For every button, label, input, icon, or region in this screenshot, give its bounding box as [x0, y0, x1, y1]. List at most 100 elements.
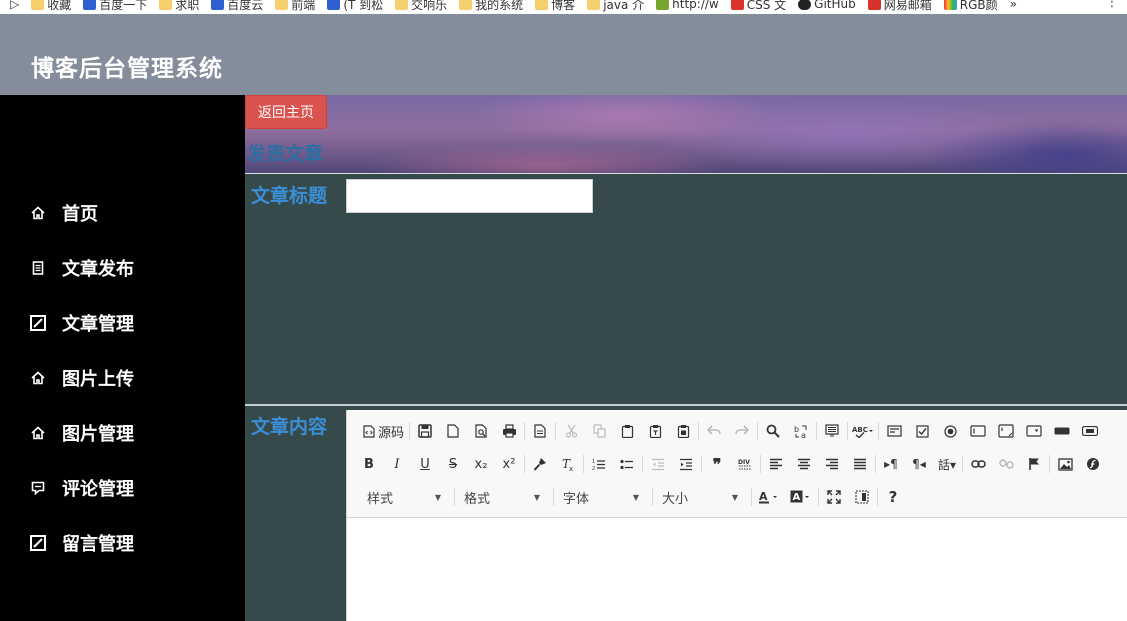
bookmark-item[interactable]: 前端: [275, 0, 315, 13]
align-center-icon[interactable]: [790, 452, 818, 476]
toolbar-separator: [847, 422, 849, 440]
edit-icon: [30, 535, 46, 551]
language-icon[interactable]: 話▾: [933, 452, 961, 476]
flash-icon[interactable]: [1079, 452, 1107, 476]
blockquote-icon[interactable]: ❞: [703, 452, 731, 476]
bookmark-item[interactable]: http://w: [656, 0, 719, 11]
sidebar-item-article-management[interactable]: 文章管理: [30, 308, 134, 338]
toolbar-separator: [962, 455, 963, 473]
copy-icon[interactable]: [585, 419, 613, 443]
unlink-icon[interactable]: [992, 452, 1020, 476]
strikethrough-button[interactable]: S: [439, 452, 467, 476]
sidebar-item-home[interactable]: 首页: [30, 198, 98, 228]
title-input[interactable]: [346, 179, 593, 213]
sidebar-item-message-management[interactable]: 留言管理: [30, 528, 134, 558]
search-icon[interactable]: [759, 419, 787, 443]
undo-icon[interactable]: [700, 419, 728, 443]
toolbar-row-1: 源码 ba ABC: [359, 418, 1104, 444]
print-icon[interactable]: [495, 419, 523, 443]
paste-word-icon[interactable]: [669, 419, 697, 443]
back-arrow-icon[interactable]: ▷: [10, 0, 19, 11]
justify-icon[interactable]: [846, 452, 874, 476]
copy-format-icon[interactable]: [526, 452, 554, 476]
image-button-icon[interactable]: [1076, 419, 1104, 443]
radio-icon[interactable]: [936, 419, 964, 443]
bookmark-item[interactable]: 百度云: [211, 0, 263, 13]
select-field-icon[interactable]: [1020, 419, 1048, 443]
link-icon[interactable]: [964, 452, 992, 476]
cut-icon[interactable]: [557, 419, 585, 443]
more-menu-icon[interactable]: ⋮: [1105, 0, 1119, 10]
spellcheck-icon[interactable]: ABC: [849, 419, 877, 443]
style-select[interactable]: 样式 ▼: [359, 485, 447, 509]
sidebar-item-image-upload[interactable]: 图片上传: [30, 363, 134, 393]
text-field-icon[interactable]: [964, 419, 992, 443]
preview-icon[interactable]: [467, 419, 495, 443]
align-left-icon[interactable]: [762, 452, 790, 476]
italic-button[interactable]: I: [383, 452, 411, 476]
svg-text:DIV: DIV: [738, 459, 750, 466]
checkbox-icon[interactable]: [908, 419, 936, 443]
ltr-icon[interactable]: ▸¶: [877, 452, 905, 476]
save-icon[interactable]: [411, 419, 439, 443]
create-div-icon[interactable]: DIV: [731, 452, 759, 476]
rtl-icon[interactable]: ¶◂: [905, 452, 933, 476]
editor-content-area[interactable]: [347, 518, 1127, 621]
bookmark-item[interactable]: java 介: [587, 0, 644, 13]
bookmark-item[interactable]: 博客: [535, 0, 575, 13]
redo-icon[interactable]: [728, 419, 756, 443]
bookmark-item[interactable]: CSS 文: [730, 0, 786, 13]
back-to-home-button[interactable]: 返回主页: [245, 95, 327, 129]
form-icon[interactable]: [880, 419, 908, 443]
bookmark-item[interactable]: 交响乐: [395, 0, 447, 13]
underline-button[interactable]: U: [411, 452, 439, 476]
sidebar-item-comment-management[interactable]: 评论管理: [30, 473, 134, 503]
maximize-icon[interactable]: [820, 485, 848, 509]
bold-button[interactable]: B: [355, 452, 383, 476]
bookmark-item[interactable]: 求职: [159, 0, 199, 13]
textarea-icon[interactable]: [992, 419, 1020, 443]
show-blocks-icon[interactable]: [848, 485, 876, 509]
help-icon[interactable]: ?: [879, 485, 907, 509]
sidebar-item-publish-article[interactable]: 文章发布: [30, 253, 134, 283]
bookmark-item[interactable]: GitHub: [798, 0, 856, 11]
paste-text-icon[interactable]: [641, 419, 669, 443]
bookmarks-overflow-icon[interactable]: »: [1010, 0, 1017, 11]
font-select[interactable]: 字体 ▼: [555, 485, 645, 509]
bookmarks-bar: ▷ 收藏 百度一下 求职 百度云 前端 (T 到松 交响乐 我的系统 博客 ja…: [0, 0, 1127, 14]
background-color-icon[interactable]: A: [785, 485, 817, 509]
size-select[interactable]: 大小 ▼: [654, 485, 744, 509]
folder-icon: [159, 0, 173, 10]
format-select[interactable]: 格式 ▼: [456, 485, 546, 509]
button-icon[interactable]: [1048, 419, 1076, 443]
replace-icon[interactable]: ba: [787, 419, 815, 443]
outdent-icon[interactable]: [644, 452, 672, 476]
align-right-icon[interactable]: [818, 452, 846, 476]
bookmark-item[interactable]: 我的系统: [459, 0, 523, 13]
image-icon[interactable]: [1051, 452, 1079, 476]
toolbar-separator: [454, 488, 455, 506]
new-page-icon[interactable]: [439, 419, 467, 443]
sidebar-item-image-management[interactable]: 图片管理: [30, 418, 134, 448]
select-all-icon[interactable]: [818, 419, 846, 443]
site-icon: [730, 0, 744, 10]
superscript-button[interactable]: x²: [495, 452, 523, 476]
source-button[interactable]: 源码: [359, 419, 408, 443]
folder-icon: [395, 0, 409, 10]
templates-icon[interactable]: [526, 419, 554, 443]
paste-icon[interactable]: [613, 419, 641, 443]
indent-icon[interactable]: [672, 452, 700, 476]
bookmark-item[interactable]: (T 到松: [327, 0, 383, 13]
text-color-icon[interactable]: A: [753, 485, 785, 509]
bookmark-item[interactable]: 百度一下: [83, 0, 147, 13]
subscript-button[interactable]: x₂: [467, 452, 495, 476]
site-icon: [656, 0, 670, 10]
numbered-list-icon[interactable]: 12: [585, 452, 613, 476]
anchor-icon[interactable]: [1020, 452, 1048, 476]
bookmark-item[interactable]: 网易邮箱: [867, 0, 932, 13]
bookmark-item[interactable]: RGB颜: [943, 0, 998, 13]
svg-text:ABC: ABC: [852, 426, 868, 434]
bulleted-list-icon[interactable]: [613, 452, 641, 476]
bookmark-item[interactable]: 收藏: [31, 0, 71, 13]
remove-format-icon[interactable]: Tx: [554, 452, 582, 476]
